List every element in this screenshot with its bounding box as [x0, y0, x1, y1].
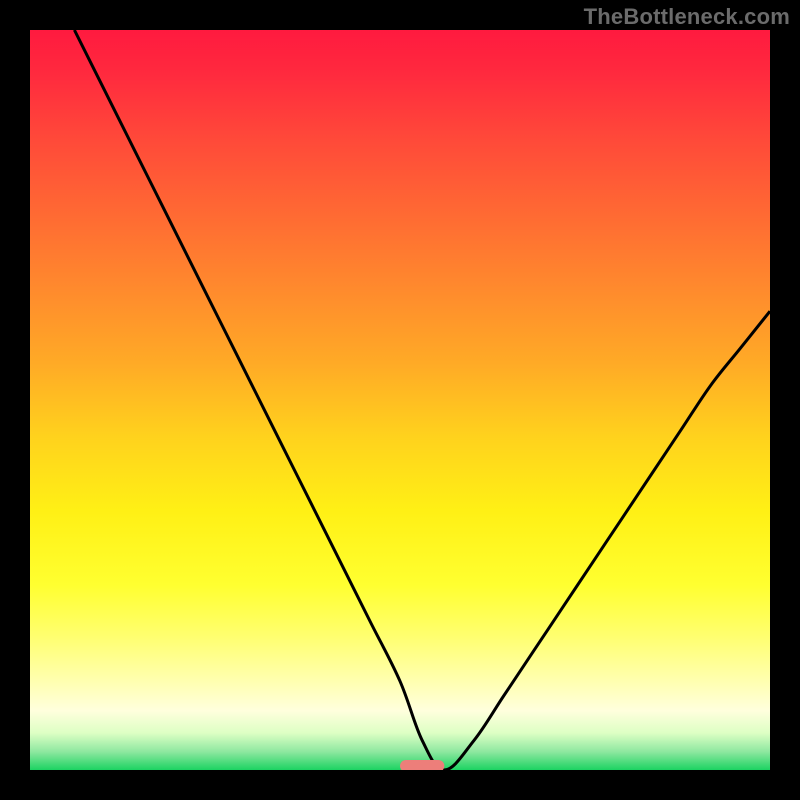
bottleneck-chart: [30, 30, 770, 770]
chart-frame: TheBottleneck.com: [0, 0, 800, 800]
plot-area: [30, 30, 770, 770]
attribution-text: TheBottleneck.com: [584, 4, 790, 30]
optimal-marker: [400, 760, 444, 770]
gradient-background: [30, 30, 770, 770]
